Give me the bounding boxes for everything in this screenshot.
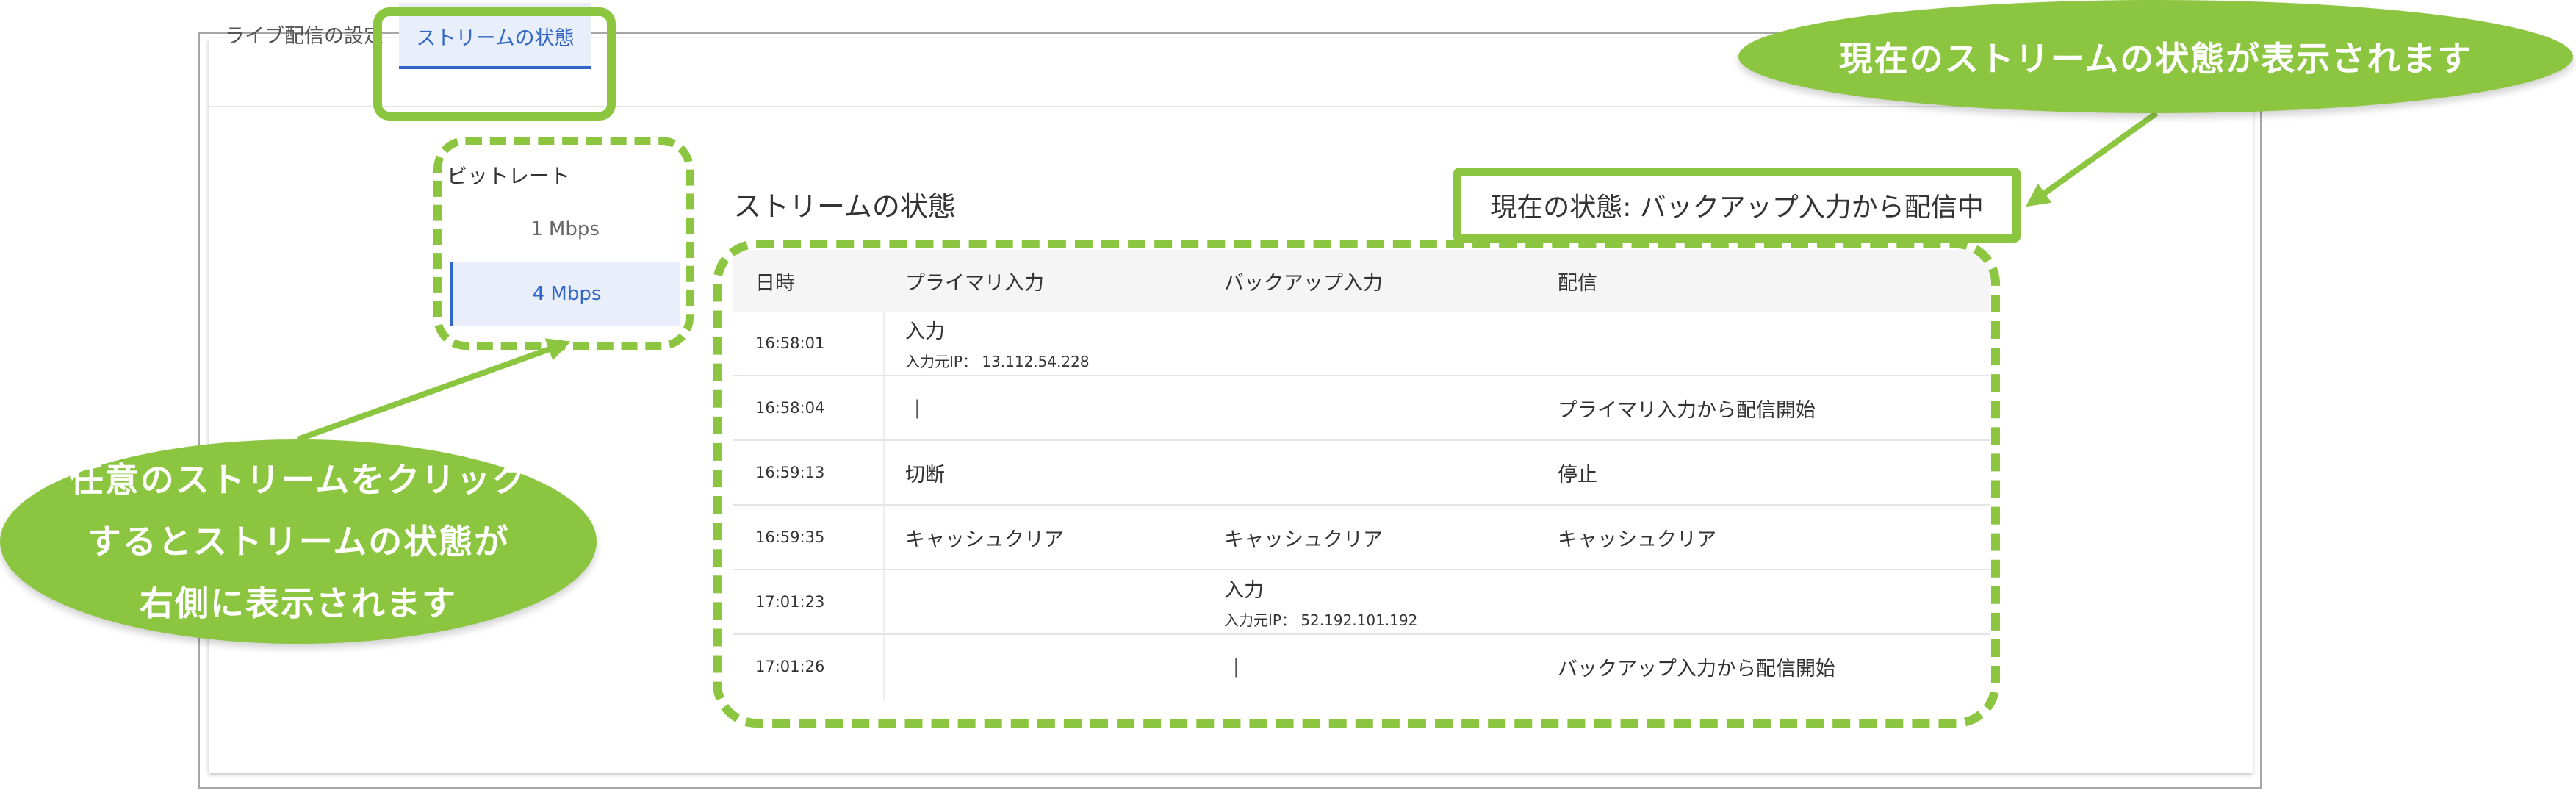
- callout-click-stream: 任意のストリームをクリック するとストリームの状態が 右側に表示されます: [0, 439, 597, 644]
- tab-live-settings[interactable]: ライブ配信の設定: [225, 0, 384, 68]
- current-status-box: 現在の状態: バックアップ入力から配信中: [1453, 168, 2021, 243]
- callout-current-status: 現在のストリームの状態が表示されます: [1738, 0, 2573, 113]
- tab-highlight-frame: [373, 7, 616, 121]
- current-status-text: 現在の状態: バックアップ入力から配信中: [1490, 193, 1984, 223]
- stream-status-title: ストリームの状態: [733, 190, 956, 223]
- bitrate-highlight-frame: [433, 137, 694, 350]
- table-highlight-frame: [713, 240, 2000, 728]
